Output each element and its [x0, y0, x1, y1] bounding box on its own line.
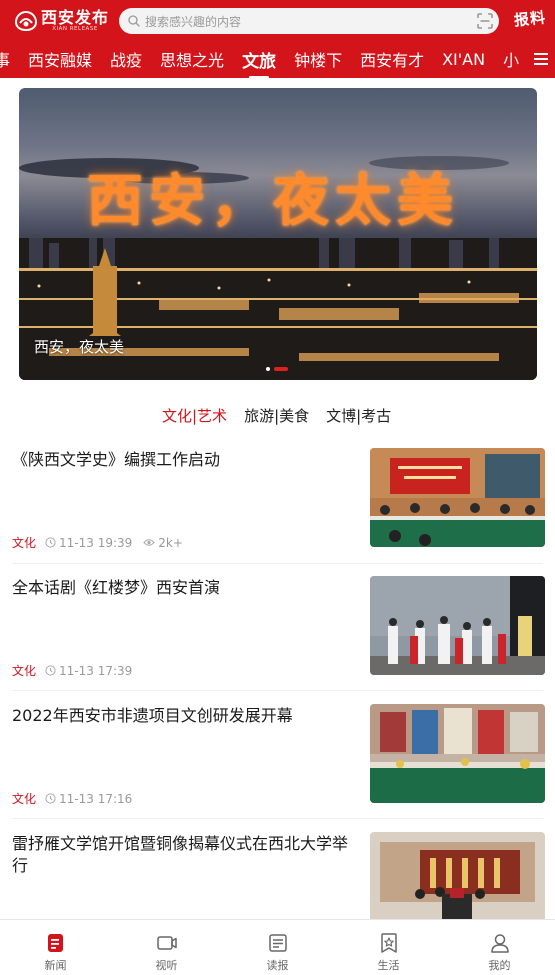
- carousel-dot[interactable]: [266, 367, 270, 371]
- exhibition-photo: [370, 704, 545, 803]
- clock-icon: [45, 537, 56, 548]
- clock-icon: [45, 665, 56, 676]
- newspaper-icon: [268, 934, 287, 952]
- tab-label: 生活: [377, 959, 400, 972]
- subcategory-tab[interactable]: 旅游|美食: [244, 405, 309, 426]
- tab-newspaper[interactable]: 读报: [222, 920, 333, 975]
- app-header: 西安发布 XIAN RELEASE 搜索感兴趣的内容 报料 事西安融媒 战疫 思想之…: [0, 0, 555, 78]
- museum-photo: [370, 832, 545, 919]
- tab-channel[interactable]: 文旅: [242, 47, 276, 78]
- tab-news[interactable]: 新闻: [0, 920, 111, 975]
- news-icon: [47, 934, 63, 952]
- carousel-dot[interactable]: [274, 367, 288, 371]
- subcategory-tab[interactable]: 文化|艺术: [162, 405, 227, 426]
- news-thumbnail: [370, 448, 545, 547]
- logo-subtitle: XIAN RELEASE: [52, 26, 98, 32]
- news-thumbnail: [370, 576, 545, 675]
- logo-title: 西安发布: [41, 8, 110, 27]
- life-icon: [380, 933, 397, 953]
- tab-channel[interactable]: 事: [0, 47, 10, 71]
- profile-icon: [490, 934, 509, 953]
- news-item[interactable]: 雷抒雁文学馆开馆暨铜像揭幕仪式在西北大学举行: [0, 832, 555, 919]
- news-time: 11-13 17:39: [59, 663, 133, 678]
- menu-icon: [534, 53, 548, 55]
- news-title: 雷抒雁文学馆开馆暨铜像揭幕仪式在西北大学举行: [12, 834, 349, 875]
- search-input[interactable]: 搜索感兴趣的内容: [119, 8, 499, 34]
- menu-icon-bar: [534, 63, 548, 65]
- search-placeholder: 搜索感兴趣的内容: [145, 14, 242, 29]
- header-top-row: 西安发布 XIAN RELEASE 搜索感兴趣的内容 报料: [0, 0, 555, 40]
- divider: [12, 818, 543, 819]
- channel-menu-button[interactable]: [515, 40, 555, 78]
- subcategory-tabs: 文化|艺术 旅游|美食 文博|考古: [162, 405, 408, 426]
- tab-channel[interactable]: 战疫: [110, 47, 142, 71]
- news-title: 《陕西文学史》编撰工作启动: [12, 450, 221, 469]
- divider: [12, 563, 543, 564]
- news-thumbnail: [370, 832, 545, 919]
- tab-label: 新闻: [44, 959, 67, 972]
- divider: [12, 690, 543, 691]
- carousel-indicator: [266, 367, 292, 371]
- news-item[interactable]: 全本话剧《红楼梦》西安首演 文化 11-13 17:39: [0, 576, 555, 679]
- tab-channel[interactable]: 思想之光: [160, 47, 224, 71]
- news-category: 文化: [12, 664, 37, 678]
- news-category: 文化: [12, 792, 37, 806]
- logo-emblem-icon: [14, 11, 38, 31]
- channel-nav-list: 事西安融媒 战疫 思想之光 文旅 钟楼下 西安有才 XI'AN 小: [0, 40, 537, 78]
- news-item[interactable]: 《陕西文学史》编撰工作启动 文化 11-13 19:39 2k+: [0, 448, 555, 551]
- video-icon: [156, 936, 177, 950]
- news-thumbnail: [370, 704, 545, 803]
- news-time: 11-13 17:16: [59, 791, 133, 806]
- bottom-tab-bar: 新闻 视听 读报 生活 我的: [0, 919, 555, 975]
- news-meta: 文化 11-13 17:39: [12, 662, 132, 679]
- tab-channel[interactable]: 钟楼下: [294, 47, 342, 71]
- meeting-photo: [370, 448, 545, 547]
- news-title: 2022年西安市非遗项目文创研发展开幕: [12, 706, 293, 725]
- hero-banner[interactable]: 西安，夜太美 西安，夜太美: [19, 88, 537, 380]
- banner-caption: 西安，夜太美: [34, 338, 125, 356]
- tab-label: 视听: [155, 959, 178, 972]
- news-views: 2k+: [158, 535, 183, 550]
- tab-life[interactable]: 生活: [333, 920, 444, 975]
- news-meta: 文化 11-13 17:16: [12, 790, 132, 807]
- clock-icon: [45, 793, 56, 804]
- tab-profile[interactable]: 我的: [444, 920, 555, 975]
- tab-video[interactable]: 视听: [111, 920, 222, 975]
- channel-nav: 事西安融媒 战疫 思想之光 文旅 钟楼下 西安有才 XI'AN 小: [0, 40, 555, 78]
- tab-label: 我的: [488, 959, 511, 972]
- report-button[interactable]: 报料: [513, 6, 547, 30]
- banner-city-image: [19, 238, 537, 380]
- menu-icon-bar: [534, 58, 548, 60]
- subcategory-tab[interactable]: 文博|考古: [326, 405, 391, 426]
- search-icon: [128, 15, 140, 27]
- news-time: 11-13 19:39: [59, 535, 133, 550]
- theater-photo: [370, 576, 545, 675]
- news-meta: 文化 11-13 19:39 2k+: [12, 534, 183, 551]
- banner-title: 西安，夜太美: [87, 168, 459, 234]
- tab-channel[interactable]: 西安融媒: [28, 47, 92, 71]
- app-logo[interactable]: 西安发布 XIAN RELEASE: [14, 9, 109, 33]
- logo-text: 西安发布 XIAN RELEASE: [41, 8, 110, 33]
- news-title: 全本话剧《红楼梦》西安首演: [12, 578, 221, 597]
- tab-label: 读报: [266, 959, 289, 972]
- news-item[interactable]: 2022年西安市非遗项目文创研发展开幕 文化 11-13 17:16: [0, 704, 555, 807]
- scan-icon[interactable]: [477, 13, 493, 29]
- tab-channel[interactable]: XI'AN: [442, 50, 485, 69]
- tab-channel[interactable]: 西安有才: [360, 47, 424, 71]
- news-category: 文化: [12, 536, 37, 550]
- eye-icon: [143, 539, 155, 546]
